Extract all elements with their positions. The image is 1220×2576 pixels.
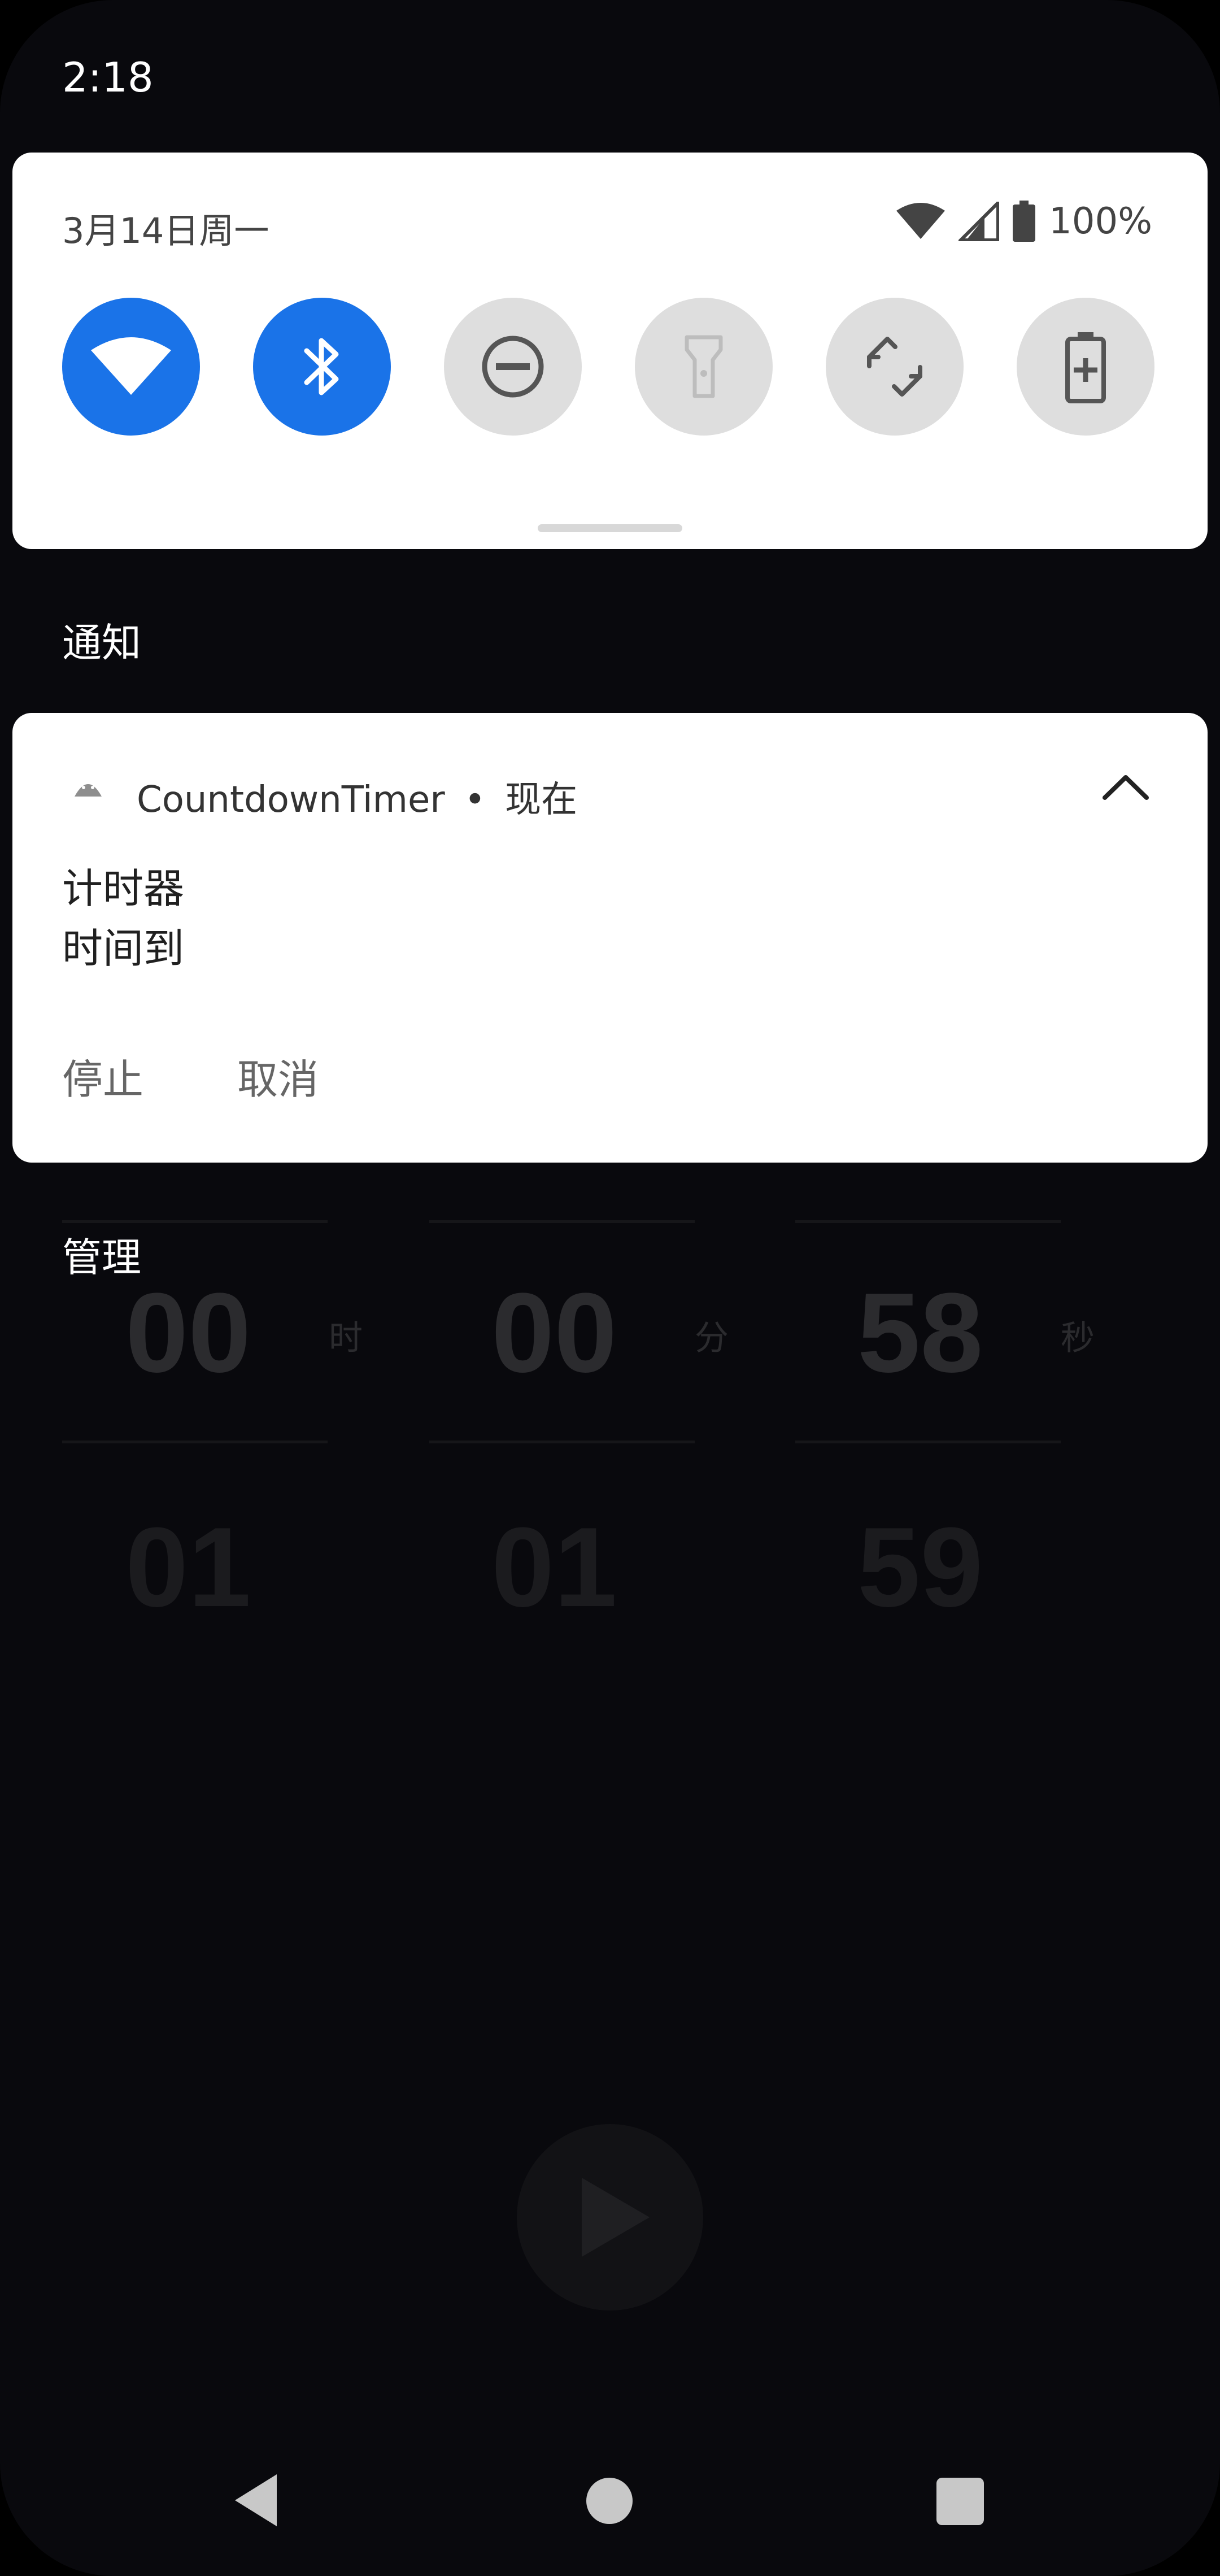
cell-signal-icon <box>958 202 1000 241</box>
notification-title: 计时器 <box>62 865 185 912</box>
do-not-disturb-icon <box>482 336 544 398</box>
nav-home-icon[interactable] <box>586 2478 633 2524</box>
battery-percent: 100% <box>1049 201 1152 242</box>
notification-text: 时间到 <box>62 925 185 972</box>
qs-date: 3月14日周一 <box>62 210 269 251</box>
play-button[interactable] <box>517 2124 703 2310</box>
hours-next-value: 01 <box>125 1504 251 1630</box>
auto-rotate-icon <box>867 337 922 397</box>
bluetooth-tile[interactable] <box>253 298 391 436</box>
notification-header: CountdownTimer • 现在 <box>137 771 577 823</box>
play-icon <box>582 2178 650 2257</box>
bluetooth-icon <box>304 338 339 395</box>
phone-screen: 2:18 00 时 00 分 58 秒 01 01 59 3月14日周一 100… <box>0 0 1220 2576</box>
picker-divider <box>795 1220 1061 1223</box>
stop-button[interactable]: 停止 <box>62 1046 143 1106</box>
hours-unit: 时 <box>329 1319 363 1358</box>
qs-drag-handle[interactable] <box>538 524 682 532</box>
cancel-button[interactable]: 取消 <box>237 1046 319 1106</box>
do-not-disturb-tile[interactable] <box>444 298 582 436</box>
notification-time: 现在 <box>505 779 578 821</box>
seconds-next-value: 59 <box>857 1504 983 1630</box>
picker-divider <box>795 1441 1061 1443</box>
picker-divider <box>429 1220 695 1223</box>
nav-recents-icon[interactable] <box>936 2478 984 2525</box>
quick-settings-panel: 3月14日周一 100% <box>12 153 1208 549</box>
battery-saver-tile[interactable] <box>1017 298 1154 436</box>
notifications-header: 通知 <box>62 620 141 666</box>
picker-divider <box>62 1220 328 1223</box>
manage-button[interactable]: 管理 <box>62 1226 141 1283</box>
wifi-signal-icon <box>896 203 945 239</box>
seconds-value[interactable]: 58 <box>857 1268 983 1398</box>
hours-value[interactable]: 00 <box>125 1268 251 1398</box>
minutes-unit: 分 <box>695 1319 729 1358</box>
flashlight-tile[interactable] <box>635 298 773 436</box>
seconds-unit: 秒 <box>1061 1319 1095 1358</box>
notification-card[interactable]: CountdownTimer • 现在 计时器 时间到 停止 取消 <box>12 713 1208 1163</box>
picker-divider <box>62 1441 328 1443</box>
battery-icon <box>1013 201 1036 242</box>
notification-separator: • <box>464 779 486 821</box>
notification-app-name: CountdownTimer <box>137 779 445 821</box>
flashlight-icon <box>685 335 723 398</box>
android-app-icon <box>75 784 102 797</box>
minutes-value[interactable]: 00 <box>491 1268 617 1398</box>
picker-divider <box>429 1441 695 1443</box>
wifi-icon <box>91 337 171 395</box>
wifi-tile[interactable] <box>62 298 200 436</box>
nav-back-icon[interactable] <box>232 2472 282 2529</box>
status-time: 2:18 <box>62 54 154 101</box>
chevron-up-icon[interactable] <box>1100 769 1151 803</box>
battery-saver-icon <box>1065 332 1106 403</box>
minutes-next-value: 01 <box>491 1504 617 1630</box>
auto-rotate-tile[interactable] <box>826 298 964 436</box>
qs-status-icons: 100% <box>895 201 1152 242</box>
